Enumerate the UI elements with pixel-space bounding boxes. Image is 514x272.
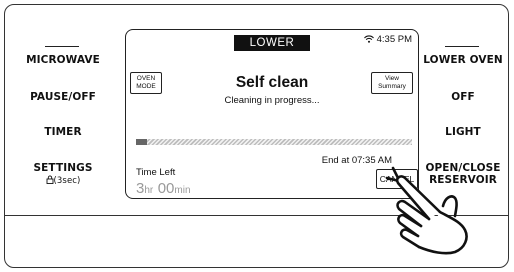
lower-oven-badge: LOWER bbox=[234, 35, 310, 51]
off-button[interactable]: OFF bbox=[417, 91, 508, 103]
status-bar: 4:35 PM bbox=[363, 34, 412, 45]
settings-hold-hint: (3sec) bbox=[7, 175, 119, 186]
pause-off-label: PAUSE/OFF bbox=[30, 91, 96, 103]
time-left-value: 3hr 00min bbox=[136, 180, 191, 198]
off-label: OFF bbox=[451, 91, 475, 103]
timer-button[interactable]: TIMER bbox=[7, 126, 119, 138]
microwave-indicator-line bbox=[45, 46, 79, 47]
microwave-button[interactable]: MICROWAVE bbox=[7, 54, 119, 66]
lower-oven-label: LOWER OVEN bbox=[423, 54, 503, 66]
display-screen: LOWER 4:35 PM OVEN MODE View Summary Sel… bbox=[125, 29, 419, 199]
end-time: End at 07:35 AM bbox=[321, 155, 392, 166]
timer-label: TIMER bbox=[44, 126, 82, 138]
mode-status: Cleaning in progress... bbox=[224, 95, 320, 106]
time-left-label: Time Left bbox=[136, 167, 176, 178]
clock: 4:35 PM bbox=[376, 34, 412, 45]
light-button[interactable]: LIGHT bbox=[417, 126, 508, 138]
light-label: LIGHT bbox=[445, 126, 481, 138]
progress-bar bbox=[136, 139, 412, 145]
settings-label: SETTINGS bbox=[33, 162, 93, 174]
wifi-icon bbox=[363, 35, 374, 43]
hours-unit: hr bbox=[144, 185, 154, 196]
progress-fill bbox=[136, 139, 148, 145]
lock-icon bbox=[46, 175, 53, 184]
pointing-hand-icon bbox=[385, 166, 468, 255]
lower-oven-button[interactable]: LOWER OVEN bbox=[417, 54, 508, 66]
pause-off-button[interactable]: PAUSE/OFF bbox=[7, 91, 119, 103]
microwave-label: MICROWAVE bbox=[26, 54, 100, 66]
settings-button[interactable]: SETTINGS (3sec) bbox=[7, 162, 119, 186]
minutes-unit: min bbox=[174, 185, 191, 196]
mode-title: Self clean bbox=[235, 74, 309, 91]
minutes-value: 00 bbox=[157, 180, 175, 197]
lower-oven-indicator-line bbox=[445, 46, 479, 47]
